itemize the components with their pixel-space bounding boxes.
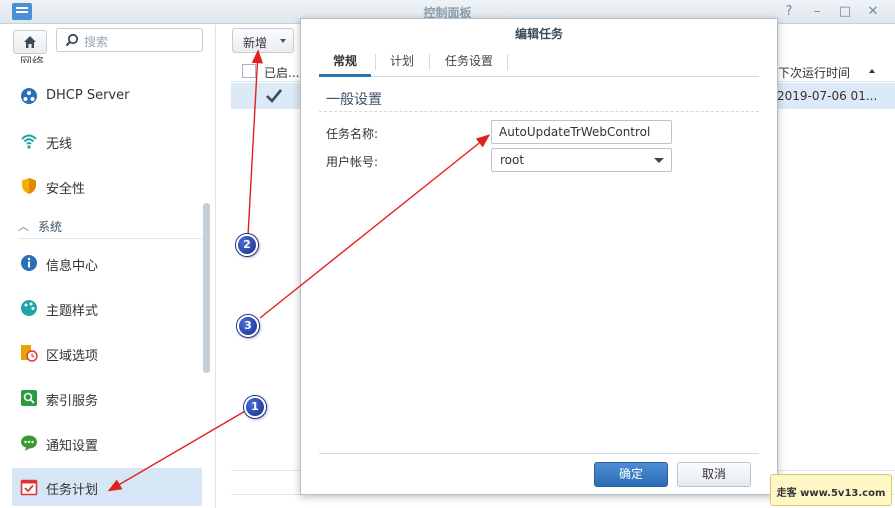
sidebar-item-task-scheduler[interactable]: 任务计划 (12, 468, 202, 506)
sidebar-item-theme[interactable]: 主题样式 (12, 289, 202, 327)
sidebar: 搜索 网络 DHCP Server 无线 安全性 ︿ 系统 信息中心 主题样式 … (0, 25, 216, 508)
sidebar-item-label: 安全性 (46, 182, 86, 197)
tab-separator (375, 54, 376, 70)
regional-clock-icon (21, 345, 38, 362)
dialog-tabs: 常规 计划 任务设置 (319, 49, 759, 77)
tab-general[interactable]: 常规 (319, 49, 371, 77)
search-icon (65, 33, 79, 47)
home-button[interactable] (13, 30, 47, 54)
watermark-text: 走客 www.5v13.com (776, 488, 886, 499)
palette-icon (21, 300, 37, 316)
sidebar-item-regional[interactable]: 区域选项 (12, 334, 202, 372)
select-all-checkbox[interactable] (242, 64, 256, 78)
tab-schedule[interactable]: 计划 (379, 49, 425, 77)
sidebar-item-notification[interactable]: 通知设置 (12, 424, 202, 462)
sidebar-item-label: DHCP Server (46, 88, 130, 103)
dhcp-server-icon (21, 88, 37, 104)
index-search-icon (21, 390, 37, 406)
dialog-title: 编辑任务 (514, 27, 563, 41)
dialog-footer-divider (319, 453, 759, 454)
tab-separator (507, 54, 508, 70)
user-account-label: 用户帐号: (326, 155, 379, 169)
sidebar-item-dhcp-server[interactable]: DHCP Server (12, 77, 202, 115)
tab-task-settings[interactable]: 任务设置 (433, 49, 505, 77)
sidebar-item-label: 区域选项 (46, 349, 99, 364)
cancel-button[interactable]: 取消 (677, 462, 751, 487)
help-icon[interactable]: ? (780, 3, 798, 21)
tab-separator (429, 54, 430, 70)
site-watermark: 走客 www.5v13.com (770, 474, 892, 506)
group-title: 一般设置 (326, 92, 382, 108)
annotation-marker-1: 1 (244, 396, 266, 418)
home-icon (24, 36, 36, 48)
sidebar-item-security[interactable]: 安全性 (12, 167, 202, 205)
group-divider (319, 111, 759, 112)
next-run-cell: 2019-07-06 01... (777, 89, 878, 103)
info-icon (21, 255, 37, 271)
sort-ascending-icon (869, 69, 875, 73)
column-next-run[interactable]: 下次运行时间 (778, 64, 850, 81)
sidebar-item-label: 主题样式 (46, 304, 99, 319)
sidebar-item-wireless[interactable]: 无线 (12, 122, 202, 160)
chat-bubble-icon (21, 435, 37, 451)
sidebar-item-label: 索引服务 (46, 394, 99, 409)
sidebar-item-indexing[interactable]: 索引服务 (12, 379, 202, 417)
sidebar-item-label: 任务计划 (46, 483, 99, 498)
minimize-icon[interactable]: – (808, 3, 826, 21)
maximize-icon[interactable]: □ (836, 3, 854, 21)
column-enabled[interactable]: 已启... (264, 64, 299, 81)
wifi-icon (21, 134, 37, 149)
search-placeholder: 搜索 (84, 35, 109, 49)
checkmark-icon[interactable] (265, 87, 283, 105)
annotation-marker-2: 2 (236, 234, 258, 256)
shield-icon (22, 178, 36, 194)
sidebar-item-info-center[interactable]: 信息中心 (12, 244, 202, 282)
sidebar-item-label: 信息中心 (46, 259, 99, 274)
task-name-label: 任务名称: (326, 127, 379, 141)
sidebar-item-network-partial[interactable]: 网络 (20, 53, 44, 63)
annotation-marker-3: 3 (237, 315, 259, 337)
new-task-button[interactable]: 新增 (232, 28, 294, 53)
ok-button[interactable]: 确定 (594, 462, 668, 487)
close-icon[interactable]: ✕ (864, 3, 882, 21)
section-label: 系统 (38, 220, 63, 234)
edit-task-dialog: 编辑任务 常规 计划 任务设置 一般设置 任务名称: AutoUpdateTrW… (300, 18, 778, 495)
dropdown-arrow-icon (654, 158, 664, 163)
sidebar-section-system[interactable]: ︿ 系统 (18, 217, 202, 239)
user-account-value: root (500, 153, 525, 167)
task-name-input[interactable]: AutoUpdateTrWebControl (491, 120, 672, 144)
sidebar-search-input[interactable]: 搜索 (56, 28, 203, 52)
sidebar-item-label: 无线 (46, 137, 73, 152)
caret-down-icon (280, 39, 286, 43)
new-task-label: 新增 (243, 36, 268, 50)
user-account-select[interactable]: root (491, 148, 672, 172)
sidebar-scrollbar[interactable] (203, 203, 210, 373)
chevron-up-icon: ︿ (18, 220, 29, 233)
sidebar-item-label: 通知设置 (46, 439, 99, 454)
calendar-check-icon (20, 479, 38, 496)
